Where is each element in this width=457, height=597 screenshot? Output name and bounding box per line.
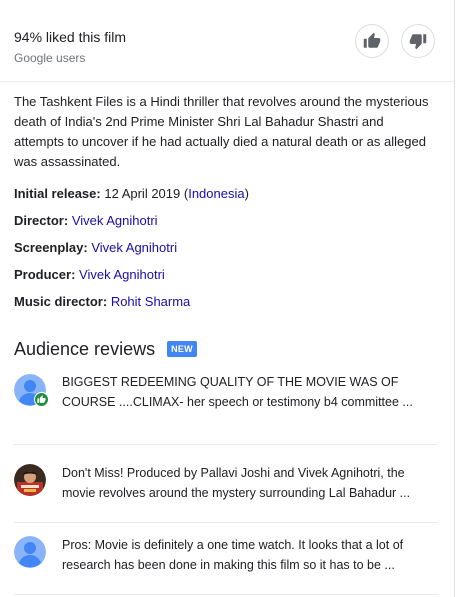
fact-producer: Producer: Vivek Agnihotri — [14, 265, 444, 292]
divider — [14, 444, 438, 445]
fact-initial-release: Initial release: 12 April 2019 (Indonesi… — [14, 184, 444, 211]
liked-badge-icon — [34, 392, 49, 407]
fact-director: Director: Vivek Agnihotri — [14, 211, 444, 238]
review-text: Don't Miss! Produced by Pallavi Joshi an… — [62, 466, 411, 500]
dislike-button[interactable] — [401, 24, 435, 58]
review-item[interactable]: Don't Miss! Produced by Pallavi Joshi an… — [14, 463, 438, 505]
fact-label: Screenplay: — [14, 240, 88, 255]
music-director-link[interactable]: Rohit Sharma — [111, 294, 190, 309]
rating-percentage: 94% liked this film — [14, 29, 127, 45]
director-link[interactable]: Vivek Agnihotri — [72, 213, 158, 228]
audience-reviews-header: Audience reviews NEW — [14, 338, 197, 360]
fact-label: Director: — [14, 213, 69, 228]
divider — [14, 594, 438, 595]
movie-description: The Tashkent Files is a Hindi thriller t… — [14, 94, 429, 169]
fact-screenplay: Screenplay: Vivek Agnihotri — [14, 238, 444, 265]
avatar — [14, 536, 46, 568]
review-item[interactable]: Pros: Movie is definitely a one time wat… — [14, 535, 438, 577]
new-badge: NEW — [167, 341, 197, 357]
like-button[interactable] — [355, 24, 389, 58]
fact-label: Initial release: — [14, 186, 101, 201]
review-text: BIGGEST REDEEMING QUALITY OF THE MOVIE W… — [62, 375, 413, 409]
release-date: 12 April 2019 — [104, 186, 181, 201]
panel-border — [454, 0, 455, 597]
screenplay-link[interactable]: Vivek Agnihotri — [91, 240, 177, 255]
review-item[interactable]: BIGGEST REDEEMING QUALITY OF THE MOVIE W… — [14, 372, 438, 432]
avatar — [14, 464, 46, 496]
divider — [14, 522, 438, 523]
user-photo-icon — [14, 464, 46, 496]
audience-rating-section: 94% liked this film Google users — [0, 0, 454, 82]
rating-source: Google users — [14, 51, 86, 65]
release-country-link[interactable]: Indonesia — [188, 186, 244, 201]
thumbs-down-icon — [409, 34, 427, 50]
movie-facts: Initial release: 12 April 2019 (Indonesi… — [14, 184, 444, 319]
fact-label: Music director: — [14, 294, 108, 309]
fact-label: Producer: — [14, 267, 76, 282]
review-text: Pros: Movie is definitely a one time wat… — [62, 538, 404, 572]
fact-music-director: Music director: Rohit Sharma — [14, 292, 444, 319]
thumbs-up-icon — [363, 32, 381, 48]
producer-link[interactable]: Vivek Agnihotri — [79, 267, 165, 282]
default-user-icon — [14, 536, 46, 568]
paren-close: ) — [244, 186, 249, 201]
section-title: Audience reviews — [14, 339, 156, 359]
